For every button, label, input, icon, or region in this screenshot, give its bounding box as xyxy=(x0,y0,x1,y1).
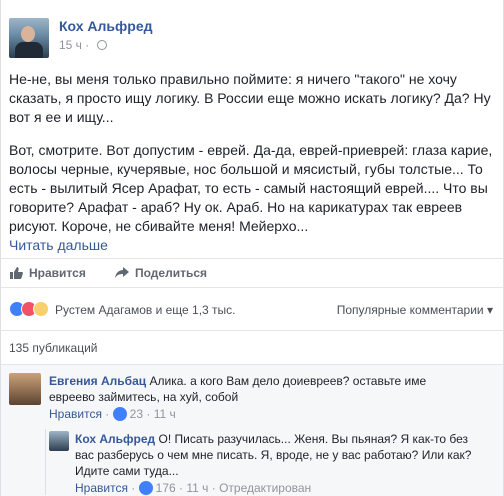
post-paragraph-2: Вот, смотрите. Вот допустим - еврей. Да-… xyxy=(9,141,497,255)
comment-avatar[interactable] xyxy=(9,373,41,405)
comment-like-button[interactable]: Нравится xyxy=(49,407,102,421)
post-text: Не-не, вы меня только правильно поймите:… xyxy=(9,70,497,255)
separator: · xyxy=(85,38,93,52)
author-name[interactable]: Кох Альфред xyxy=(59,18,153,34)
reply-author[interactable]: Кох Альфред xyxy=(75,432,155,446)
post-card: Кох Альфред 15 ч · Не-не, вы меня только… xyxy=(0,0,504,496)
comment-author[interactable]: Евгения Альбац xyxy=(49,374,146,388)
publications-count[interactable]: 135 публикаций xyxy=(9,341,98,355)
reactions-bar: Рустем Адагамов и еще 1,3 тыс. Популярны… xyxy=(9,300,497,320)
reply-like-count[interactable]: 176 xyxy=(156,481,176,495)
reactions-summary[interactable]: Рустем Адагамов и еще 1,3 тыс. xyxy=(55,303,236,317)
publications-row: 135 публикаций xyxy=(1,330,503,360)
comment-2: Кох Альфред О! Писать разучилась... Женя… xyxy=(75,431,475,479)
thumbs-up-icon xyxy=(10,267,23,279)
share-label: Поделиться xyxy=(135,266,208,280)
reply-like-button[interactable]: Нравится xyxy=(75,481,128,495)
post-meta: 15 ч · xyxy=(59,38,107,52)
like-count-icon xyxy=(138,481,153,495)
edited-label[interactable]: Отредактирован xyxy=(219,481,311,495)
post-paragraph-2-text: Вот, смотрите. Вот допустим - еврей. Да-… xyxy=(9,142,493,234)
comment-like-count[interactable]: 23 xyxy=(130,407,143,421)
comments-section: Евгения Альбац Алика. а кого Вам дело до… xyxy=(1,364,503,496)
like-label: Нравится xyxy=(29,266,86,280)
comment-1: Евгения Альбац Алика. а кого Вам дело до… xyxy=(49,373,469,405)
author-avatar[interactable] xyxy=(9,18,49,58)
like-button[interactable]: Нравится xyxy=(9,266,86,280)
globe-icon[interactable] xyxy=(96,40,107,50)
post-time[interactable]: 15 ч xyxy=(59,38,82,52)
share-arrow-icon xyxy=(115,267,129,278)
sad-reaction-icon[interactable] xyxy=(33,301,49,317)
post-paragraph-1: Не-не, вы меня только правильно поймите:… xyxy=(9,71,491,125)
avatar-face xyxy=(21,26,35,42)
avatar-body xyxy=(15,42,43,58)
reply-time[interactable]: 11 ч xyxy=(186,481,208,495)
comment-1-footer: Нравится · 23 · 11 ч xyxy=(49,407,176,421)
action-bar: Нравится Поделиться xyxy=(1,258,503,288)
read-more-link[interactable]: Читать дальше xyxy=(9,237,108,253)
share-button[interactable]: Поделиться xyxy=(115,266,207,280)
comment-time[interactable]: 11 ч xyxy=(154,407,176,421)
reply-avatar[interactable] xyxy=(49,431,69,451)
like-count-icon xyxy=(112,407,127,421)
reply-thread-line xyxy=(45,429,46,495)
comment-sort-dropdown[interactable]: Популярные комментарии ▾ xyxy=(337,303,493,317)
comment-2-footer: Нравится · 176 · 11 ч · Отредактирован xyxy=(75,481,312,495)
